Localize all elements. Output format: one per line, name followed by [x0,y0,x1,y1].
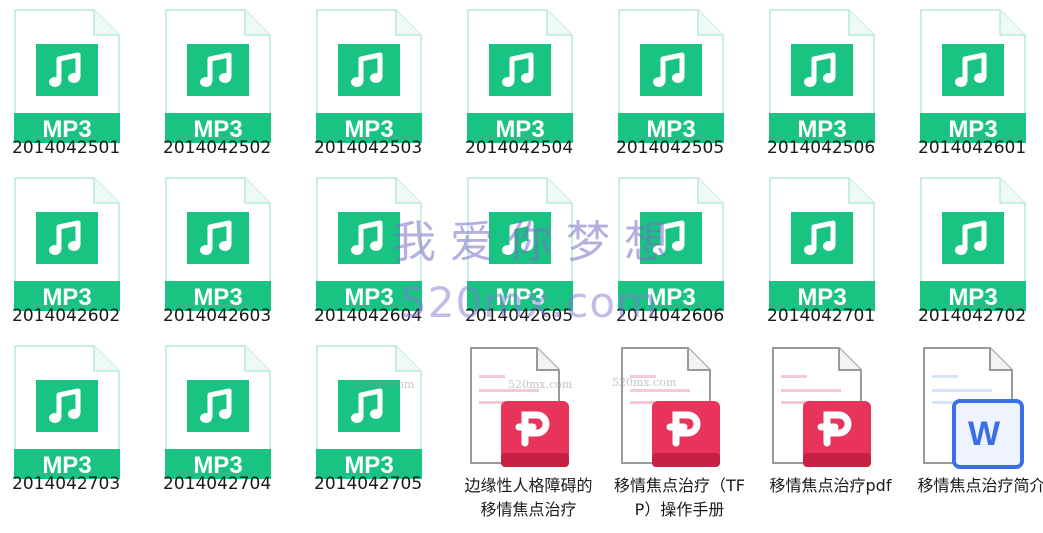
word-file-item[interactable]: W 移情焦点治疗简介 [906,336,1043,504]
mp3-file-item[interactable]: MP3 2014042702 [906,168,1043,336]
music-note-icon: MP3 [14,345,120,479]
pdf-file-item[interactable]: 边缘性人格障碍的移情焦点治疗 [453,336,604,519]
pdf-file-item[interactable]: 移情焦点治疗（TFP）操作手册 [604,336,755,519]
music-note-icon: MP3 [920,177,1026,311]
music-note-icon: MP3 [165,345,271,479]
music-note-icon: MP3 [14,9,120,143]
mp3-file-item[interactable]: MP3 2014042505 [604,0,755,168]
mp3-file-item[interactable]: MP3 2014042605 [453,168,604,336]
file-name-label: 2014042503 [314,138,423,158]
mp3-file-item[interactable]: MP3 2014042606 [604,168,755,336]
file-name-label: 移情焦点治疗（TFP）操作手册 [614,476,745,519]
pdf-file-item[interactable]: 移情焦点治疗pdf [755,336,906,504]
mp3-file-item[interactable]: MP3 2014042705 [302,336,453,504]
mp3-file-item[interactable]: MP3 2014042704 [151,336,302,504]
music-note-icon: MP3 [618,9,724,143]
mp3-file-item[interactable]: MP3 2014042504 [453,0,604,168]
music-note-icon: MP3 [920,9,1026,143]
file-name-label: 2014042502 [163,138,272,158]
file-name-label: 2014042704 [163,474,272,494]
file-name-label: 2014042506 [767,138,876,158]
music-note-icon: MP3 [316,177,422,311]
mp3-file-item[interactable]: MP3 2014042701 [755,168,906,336]
pdf-icon [621,347,720,467]
file-name-label: 2014042603 [163,306,272,326]
pdf-icon [470,347,569,467]
music-note-icon: MP3 [618,177,724,311]
word-doc-icon: W [923,347,1024,469]
mp3-file-item[interactable]: MP3 2014042506 [755,0,906,168]
music-note-icon: MP3 [769,9,875,143]
svg-text:W: W [968,415,1001,453]
mp3-file-item[interactable]: MP3 2014042503 [302,0,453,168]
mp3-file-item[interactable]: MP3 2014042604 [302,168,453,336]
file-name-label: 2014042702 [918,306,1027,326]
music-note-icon: MP3 [467,9,573,143]
file-name-label: 2014042705 [314,474,423,494]
music-note-icon: MP3 [467,177,573,311]
file-name-label: 2014042605 [465,306,574,326]
music-note-icon: MP3 [165,9,271,143]
mp3-file-item[interactable]: MP3 2014042602 [0,168,151,336]
file-name-label: 2014042504 [465,138,574,158]
mp3-file-item[interactable]: MP3 2014042603 [151,168,302,336]
file-name-label: 2014042602 [12,306,121,326]
file-name-label: 2014042505 [616,138,725,158]
file-name-label: 2014042601 [918,138,1027,158]
music-note-icon: MP3 [316,9,422,143]
file-name-label: 2014042604 [314,306,423,326]
file-name-label: 2014042501 [12,138,121,158]
file-name-label: 2014042701 [767,306,876,326]
file-name-label: 2014042703 [12,474,121,494]
file-name-label: 移情焦点治疗简介 [917,476,1043,495]
mp3-file-item[interactable]: MP3 2014042601 [906,0,1043,168]
music-note-icon: MP3 [165,177,271,311]
file-name-label: 边缘性人格障碍的移情焦点治疗 [464,476,593,519]
file-name-label: 移情焦点治疗pdf [769,476,892,495]
mp3-file-item[interactable]: MP3 2014042502 [151,0,302,168]
music-note-icon: MP3 [769,177,875,311]
mp3-file-item[interactable]: MP3 2014042703 [0,336,151,504]
file-grid: MP3 2014042501 MP3 2014042502 MP3 201404… [0,0,1043,533]
mp3-file-item[interactable]: MP3 2014042501 [0,0,151,168]
music-note-icon: MP3 [316,345,422,479]
pdf-icon [772,347,871,467]
file-name-label: 2014042606 [616,306,725,326]
music-note-icon: MP3 [14,177,120,311]
